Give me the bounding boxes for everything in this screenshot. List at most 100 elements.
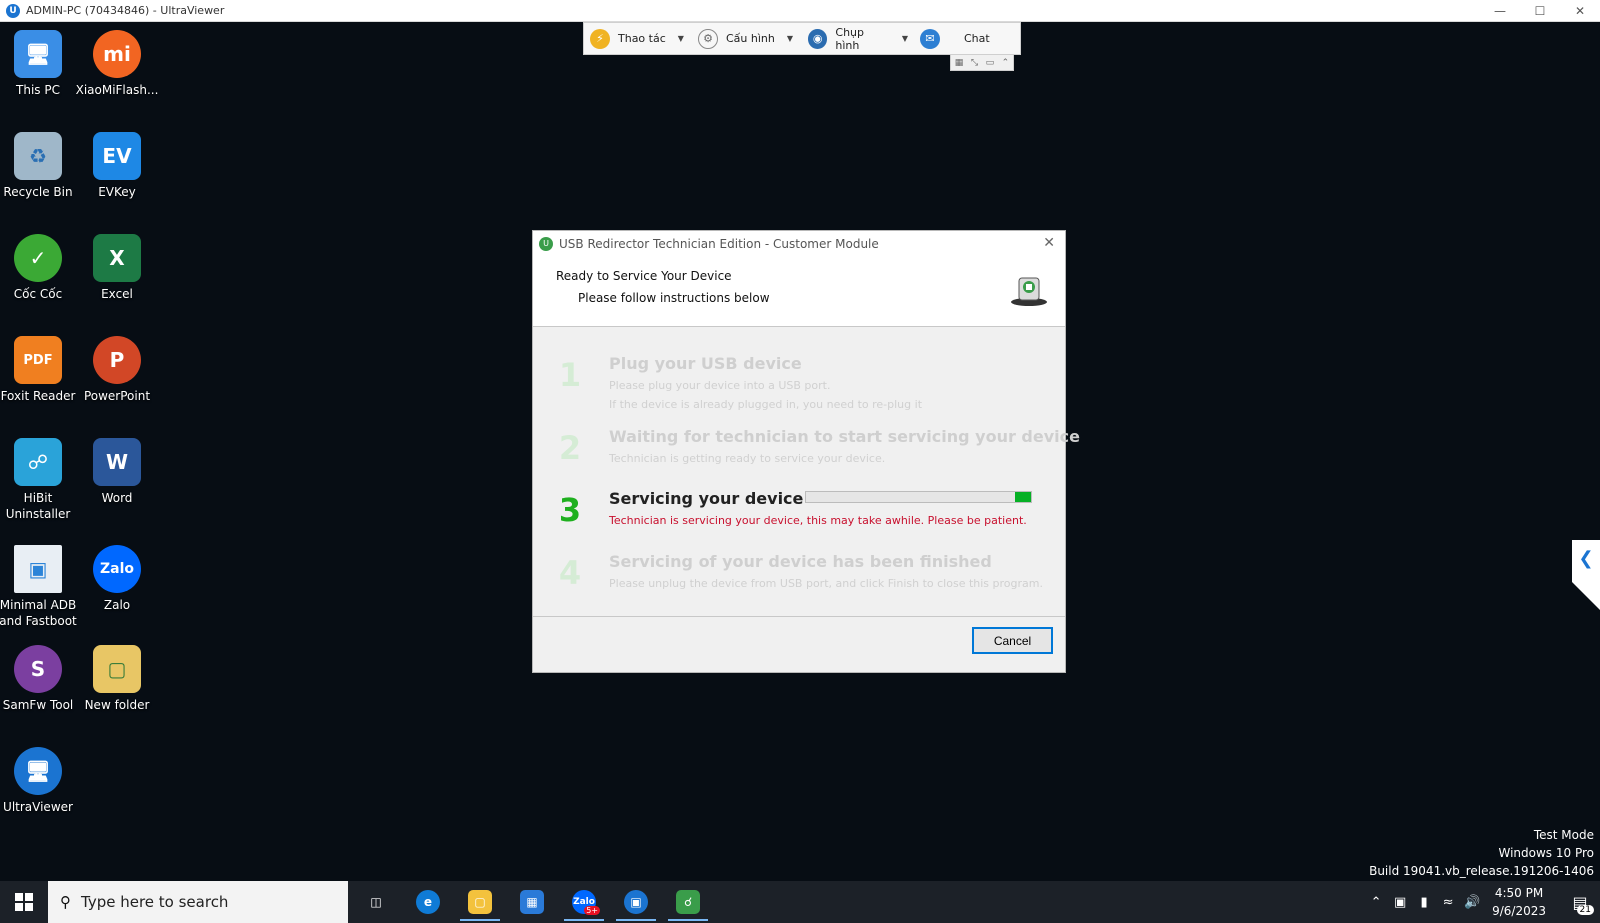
toolbar-item-label: Chat xyxy=(964,32,990,45)
step-number: 3 xyxy=(558,491,582,529)
collapse-up-icon[interactable]: ⌃ xyxy=(1002,58,1010,68)
gear-icon: ⚙ xyxy=(698,28,718,49)
desktop-icon-label: SamFw Tool xyxy=(2,698,74,712)
service-progress-bar xyxy=(805,491,1032,503)
desktop-icon-label: EVKey xyxy=(98,185,136,199)
foxit-icon: PDF xyxy=(14,336,62,384)
desktop-icon-minimal-adb[interactable]: ▣ Minimal ADB and Fastboot xyxy=(0,545,78,629)
taskbar-ultraviewer[interactable]: ▣ xyxy=(610,881,662,923)
desktop-icon-label: PowerPoint xyxy=(83,389,151,403)
dialog-close-icon[interactable]: ✕ xyxy=(1043,235,1055,251)
volume-icon[interactable]: 🔊 xyxy=(1460,895,1484,910)
step-line: If the device is already plugged in, you… xyxy=(609,398,923,411)
taskbar-edge[interactable]: e xyxy=(402,881,454,923)
step-4: 4 Servicing of your device has been fini… xyxy=(555,552,1045,596)
toolbar-chat[interactable]: ✉ Chat xyxy=(914,23,1014,54)
desktop-icon-new-folder[interactable]: ▢ New folder xyxy=(77,645,157,713)
desktop-icon-evkey[interactable]: EV EVKey xyxy=(77,132,157,200)
folder-icon: ▢ xyxy=(93,645,141,693)
minimize-icon[interactable]: — xyxy=(1480,0,1520,22)
desktop-icon-this-pc[interactable]: 🖥 This PC xyxy=(0,30,78,98)
desktop-icon-hibit-uninstaller[interactable]: ☍ HiBit Uninstaller xyxy=(0,438,78,522)
dropdown-arrow-icon[interactable]: ▼ xyxy=(787,34,793,43)
step-number: 1 xyxy=(558,356,582,394)
ultraviewer-toolbar: ⚡ Thao tác ▼ ⚙ Cấu hình ▼ ◉ Chụp hình ▼ … xyxy=(583,22,1021,55)
dialog-header: Ready to Service Your Device Please foll… xyxy=(533,256,1065,327)
dropdown-arrow-icon[interactable]: ▼ xyxy=(902,34,908,43)
desktop-icon-label: New folder xyxy=(84,698,150,712)
usb-redirector-dialog: U USB Redirector Technician Edition - Cu… xyxy=(532,230,1080,673)
toolbar-item-label: Chụp hình xyxy=(835,25,865,52)
camera-icon: ◉ xyxy=(808,28,828,49)
dialog-title: USB Redirector Technician Edition - Cust… xyxy=(559,236,879,251)
taskbar-store[interactable]: ▦ xyxy=(506,881,558,923)
ultraviewer-logo-icon: U xyxy=(6,3,20,18)
task-view-icon: ◫ xyxy=(370,895,382,909)
taskbar-file-explorer[interactable]: ▢ xyxy=(454,881,506,923)
step-description: Technician is getting ready to service y… xyxy=(609,449,885,468)
toolbar-thao-tac[interactable]: ⚡ Thao tác ▼ xyxy=(584,23,692,54)
action-center-button[interactable]: ▤ 21 xyxy=(1560,881,1600,923)
desktop-icon-zalo[interactable]: Zalo Zalo xyxy=(77,545,157,613)
battery-icon[interactable]: ▮ xyxy=(1412,895,1436,910)
fullscreen-icon[interactable]: ⤡ xyxy=(971,58,978,68)
desktop-icon-coccoc[interactable]: ✓ Cốc Cốc xyxy=(0,234,78,302)
clock-date: 9/6/2023 xyxy=(1492,904,1546,918)
dropdown-arrow-icon[interactable]: ▼ xyxy=(678,34,684,43)
chevron-up-icon[interactable]: ⌃ xyxy=(1364,895,1388,910)
step-2: 2 Waiting for technician to start servic… xyxy=(555,427,1080,471)
maximize-icon[interactable]: ☐ xyxy=(1520,0,1560,22)
taskbar-zalo[interactable]: Zalo 5+ xyxy=(558,881,610,923)
usb-device-icon xyxy=(1011,277,1047,306)
desktop-icon-label: Foxit Reader xyxy=(0,389,76,403)
close-icon[interactable]: ✕ xyxy=(1560,0,1600,22)
grid-icon[interactable]: ▦ xyxy=(955,58,964,68)
wifi-icon[interactable]: ≈ xyxy=(1436,895,1460,910)
cancel-button[interactable]: Cancel xyxy=(972,627,1053,654)
desktop-icon-powerpoint[interactable]: P PowerPoint xyxy=(77,336,157,404)
toolbar-chup-hinh[interactable]: ◉ Chụp hình ▼ xyxy=(802,23,914,54)
step-title: Servicing your device xyxy=(609,489,804,508)
start-button[interactable] xyxy=(0,881,48,923)
excel-icon: X xyxy=(93,234,141,282)
desktop-icon-recycle-bin[interactable]: ♻ Recycle Bin xyxy=(0,132,78,200)
notification-count: 21 xyxy=(1576,905,1594,915)
search-placeholder: Type here to search xyxy=(81,893,229,911)
chat-icon: ✉ xyxy=(920,28,940,49)
monitor-icon[interactable]: ▭ xyxy=(986,58,995,68)
toolbar-cau-hinh[interactable]: ⚙ Cấu hình ▼ xyxy=(692,23,802,54)
usb-redirector-icon: ☌ xyxy=(676,890,700,914)
powerpoint-icon: P xyxy=(93,336,141,384)
evkey-icon: EV xyxy=(93,132,141,180)
taskbar-clock[interactable]: 4:50 PM 9/6/2023 xyxy=(1492,884,1546,920)
step-description: Please plug your device into a USB port.… xyxy=(609,376,922,414)
lightning-icon: ⚡ xyxy=(590,28,610,49)
desktop-icon-samfw-tool[interactable]: S SamFw Tool xyxy=(0,645,78,713)
system-tray: ⌃ ▣ ▮ ≈ 🔊 4:50 PM 9/6/2023 ▤ 21 xyxy=(1364,881,1600,923)
header-title: Ready to Service Your Device xyxy=(556,269,732,283)
dialog-footer-divider xyxy=(533,616,1065,617)
taskbar: ⚲ Type here to search ◫ e ▢ ▦ Zalo 5+ ▣ … xyxy=(0,881,1600,923)
folder-icon: ▢ xyxy=(468,890,492,914)
step-number: 2 xyxy=(558,429,582,467)
watermark-line: Test Mode xyxy=(1533,828,1594,842)
watermark-line: Windows 10 Pro xyxy=(1498,846,1594,860)
security-icon[interactable]: ▣ xyxy=(1388,895,1412,910)
window-controls: — ☐ ✕ xyxy=(1480,0,1600,22)
step-line: Technician is getting ready to service y… xyxy=(609,452,886,465)
usb-redirector-icon: U xyxy=(539,236,553,251)
desktop-icon-ultraviewer[interactable]: 🖥 UltraViewer xyxy=(0,747,78,815)
desktop-icon-label: This PC xyxy=(16,83,60,97)
taskbar-task-view[interactable]: ◫ xyxy=(350,881,402,923)
progress-fill xyxy=(1015,492,1031,502)
taskbar-search-box[interactable]: ⚲ Type here to search xyxy=(48,881,348,923)
desktop-icon-word[interactable]: W Word xyxy=(77,438,157,506)
desktop-icon-foxit-reader[interactable]: PDF Foxit Reader xyxy=(0,336,78,404)
desktop-icon-excel[interactable]: X Excel xyxy=(77,234,157,302)
desktop-icon-xiaomiflash[interactable]: mi XiaoMiFlash... xyxy=(76,30,158,98)
desktop-icon-label: Minimal ADB and Fastboot xyxy=(0,598,77,628)
toolbar-mini-controls: ▦ ⤡ ▭ ⌃ xyxy=(950,55,1014,71)
step-3: 3 Servicing your device Technician is se… xyxy=(555,489,1045,533)
taskbar-usb-redirector[interactable]: ☌ xyxy=(662,881,714,923)
mi-icon: mi xyxy=(93,30,141,78)
